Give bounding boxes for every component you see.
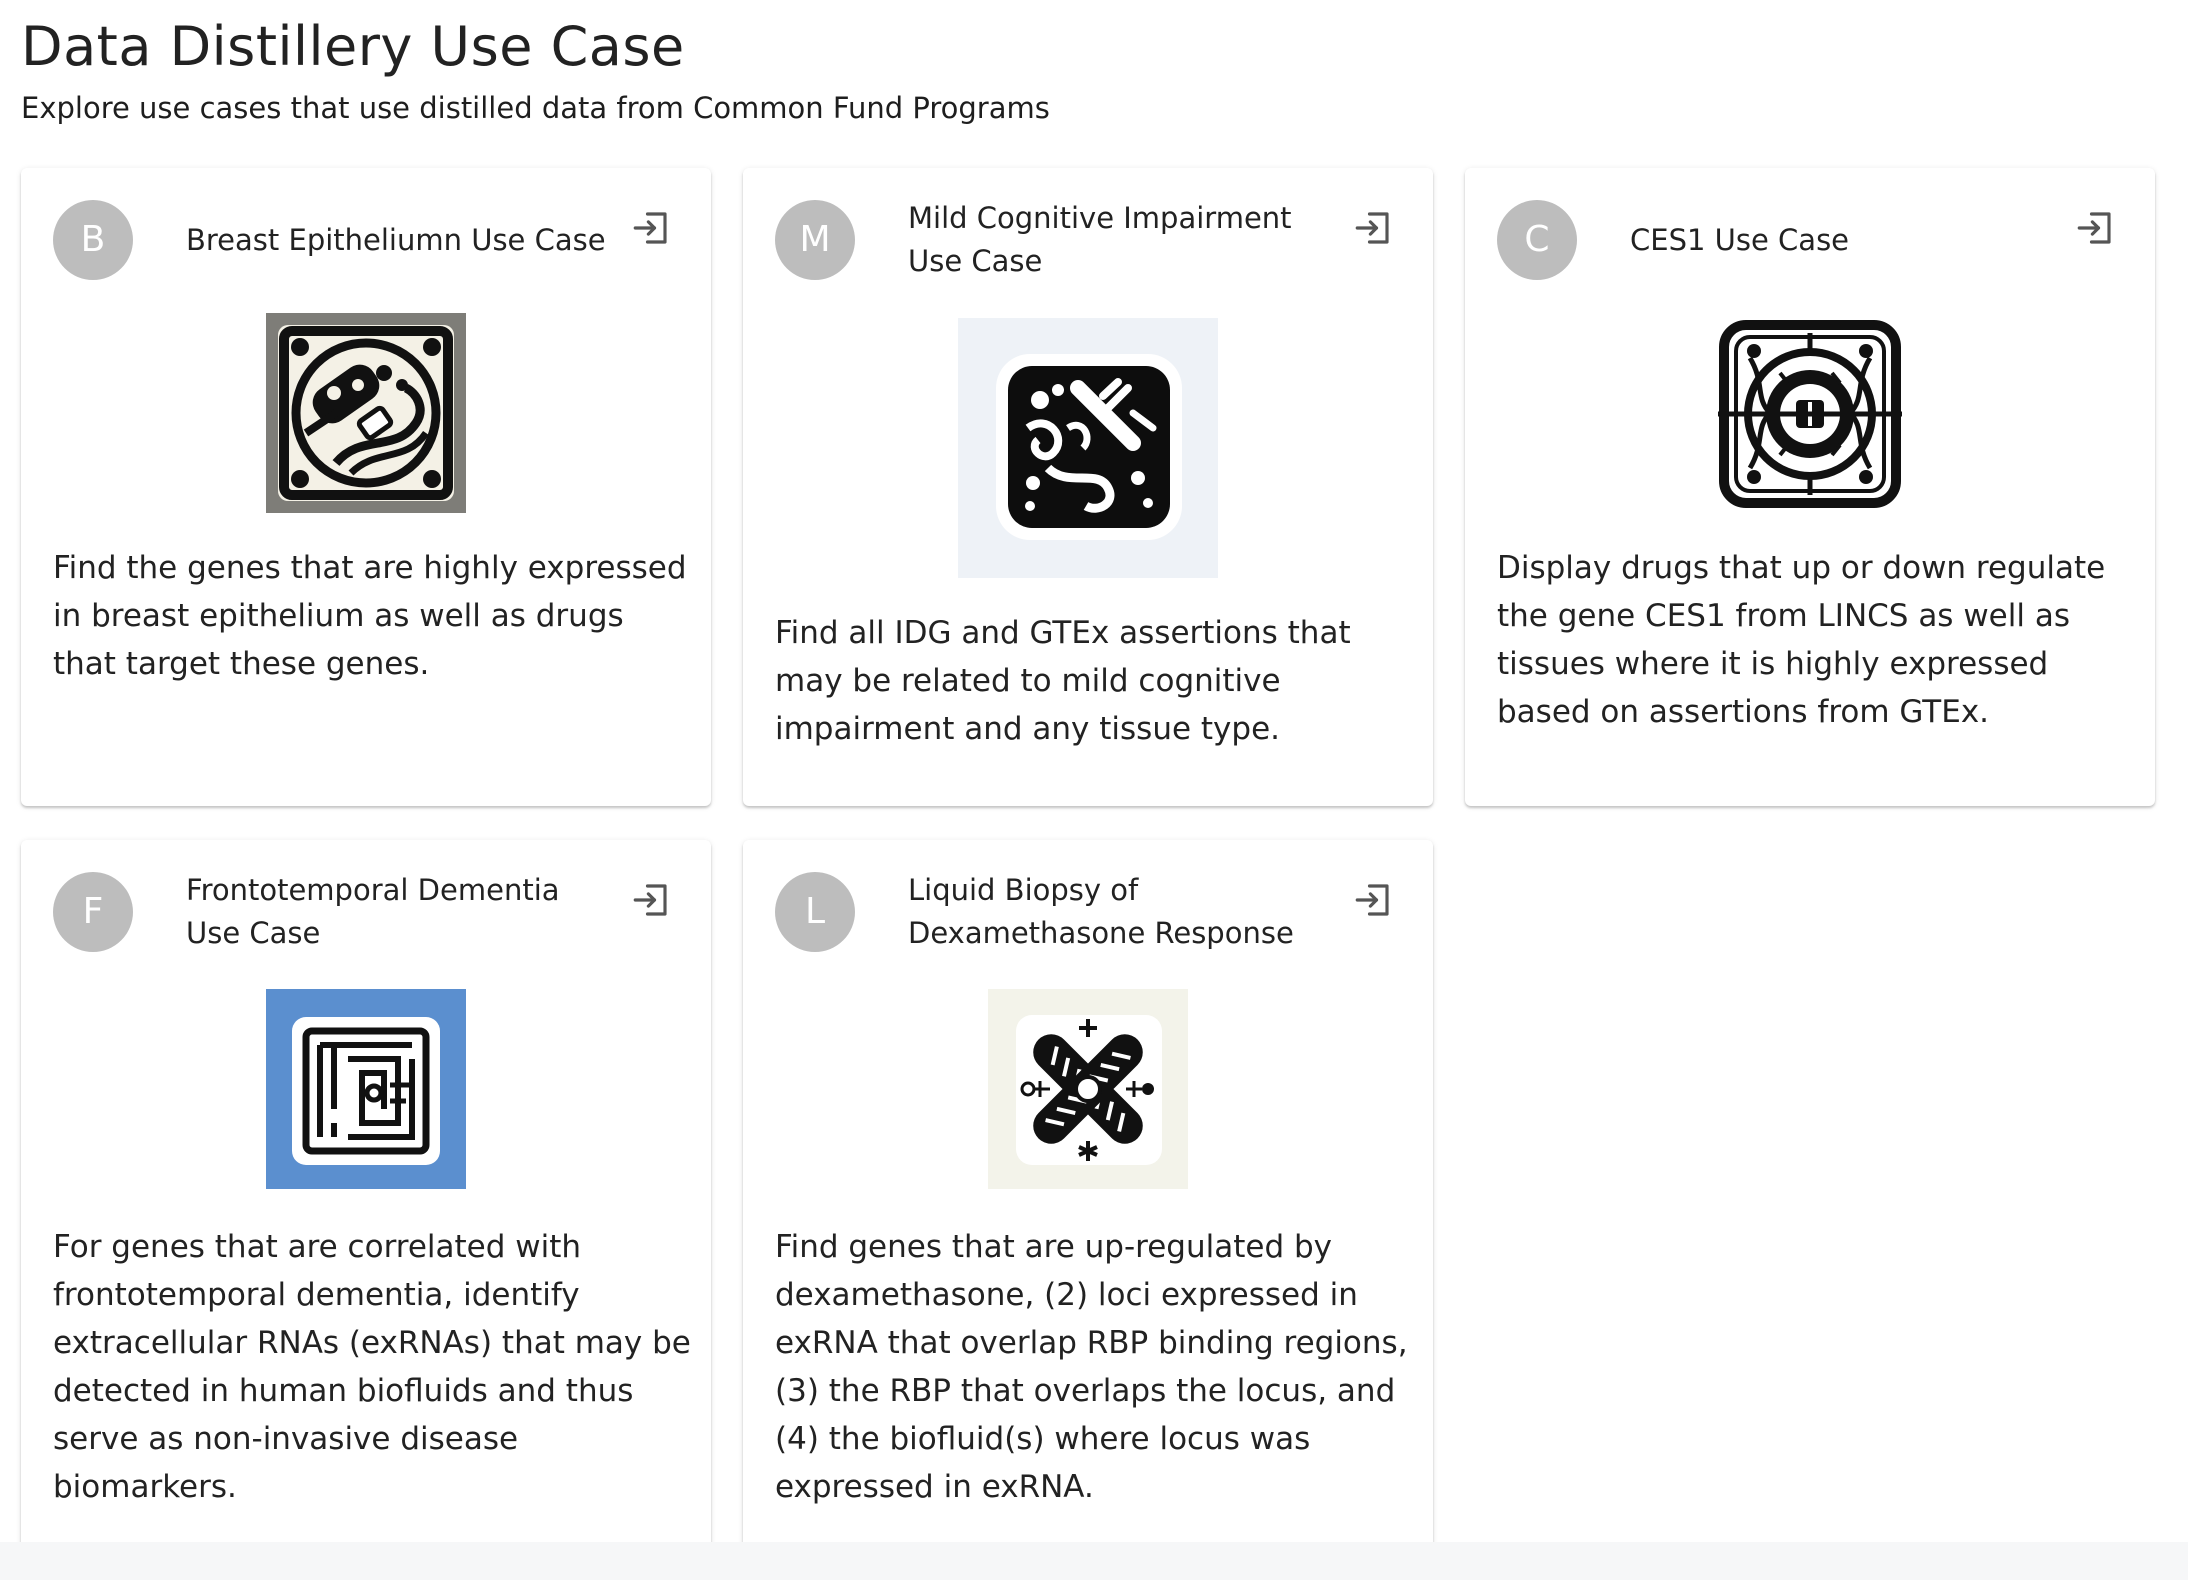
avatar: L (775, 872, 855, 952)
sign-in-icon (633, 884, 667, 916)
breast-epithelium-illustration (266, 313, 466, 513)
card-header: M Mild Cognitive Impairment Use Case (775, 200, 1401, 280)
card-description: Find genes that are up-regulated by dexa… (775, 1229, 1408, 1505)
card-description: Display drugs that up or down regulate t… (1497, 550, 2106, 730)
card-description: For genes that are correlated with front… (53, 1229, 691, 1505)
page-subtitle: Explore use cases that use distilled dat… (21, 91, 1050, 125)
card-title: Frontotemporal Dementia Use Case (186, 873, 560, 950)
open-use-case-button[interactable] (623, 200, 679, 256)
card-title: Mild Cognitive Impairment Use Case (908, 201, 1292, 278)
card-header: F Frontotemporal Dementia Use Case (53, 872, 679, 952)
card-description: Find the genes that are highly expressed… (53, 550, 687, 682)
use-case-card-frontotemporal-dementia[interactable]: F Frontotemporal Dementia Use Case For g… (21, 840, 711, 1557)
avatar: B (53, 200, 133, 280)
open-use-case-button[interactable] (2067, 200, 2123, 256)
card-title: Liquid Biopsy of Dexamethasone Response (908, 873, 1294, 950)
open-use-case-button[interactable] (1345, 872, 1401, 928)
use-case-card-mild-cognitive-impairment[interactable]: M Mild Cognitive Impairment Use Case Fin… (743, 168, 1433, 806)
frontotemporal-dementia-illustration (266, 989, 466, 1189)
page: Data Distillery Use Case Explore use cas… (0, 0, 2188, 1580)
mild-cognitive-impairment-illustration (958, 318, 1218, 578)
card-header: B Breast Epitheliumn Use Case (53, 200, 679, 280)
use-case-card-ces1[interactable]: C CES1 Use Case Display drugs that up or… (1465, 168, 2155, 806)
sign-in-icon (1355, 884, 1389, 916)
card-title: CES1 Use Case (1630, 222, 1850, 257)
card-description: Find all IDG and GTEx assertions that ma… (775, 615, 1351, 747)
sign-in-icon (633, 212, 667, 244)
avatar: M (775, 200, 855, 280)
use-case-card-breast-epithelium[interactable]: B Breast Epitheliumn Use Case Find the g… (21, 168, 711, 806)
ces1-illustration (1710, 313, 1910, 513)
open-use-case-button[interactable] (1345, 200, 1401, 256)
sign-in-icon (2077, 212, 2111, 244)
liquid-biopsy-illustration (988, 989, 1188, 1189)
bottom-strip (0, 1542, 2188, 1580)
use-case-card-liquid-biopsy-dexamethasone[interactable]: L Liquid Biopsy of Dexamethasone Respons… (743, 840, 1433, 1557)
open-use-case-button[interactable] (623, 872, 679, 928)
page-title: Data Distillery Use Case (21, 15, 685, 78)
card-header: C CES1 Use Case (1497, 200, 2123, 280)
card-header: L Liquid Biopsy of Dexamethasone Respons… (775, 872, 1401, 952)
sign-in-icon (1355, 212, 1389, 244)
card-title: Breast Epitheliumn Use Case (186, 222, 606, 257)
avatar: C (1497, 200, 1577, 280)
avatar: F (53, 872, 133, 952)
